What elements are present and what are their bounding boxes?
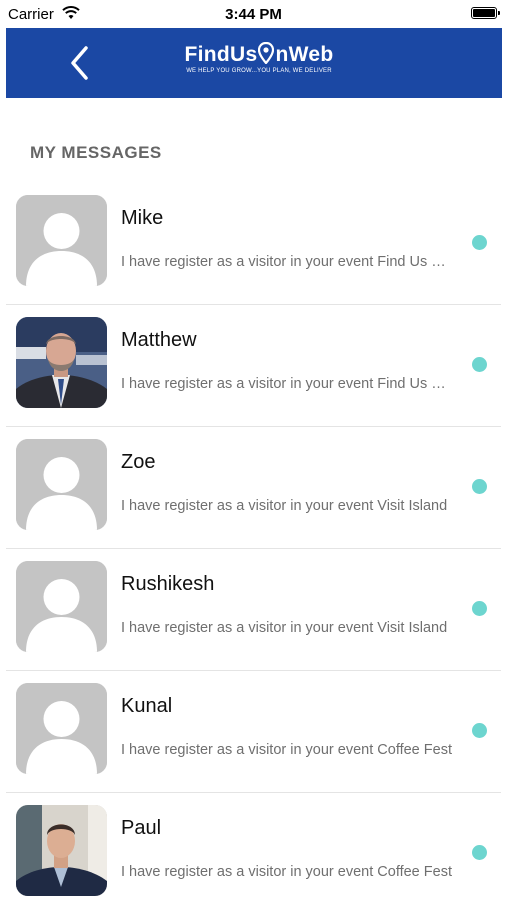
contact-name: Kunal <box>121 695 173 717</box>
logo-wordmark: FindUs nWeb <box>184 42 334 66</box>
user-placeholder-icon <box>16 439 107 530</box>
user-placeholder-icon <box>16 683 107 774</box>
unread-indicator <box>472 601 487 616</box>
status-time: 3:44 PM <box>225 6 282 23</box>
message-preview: I have register as a visitor in your eve… <box>121 620 448 636</box>
battery-icon <box>471 7 500 19</box>
unread-indicator <box>472 357 487 372</box>
user-placeholder-icon <box>16 195 107 286</box>
message-row[interactable]: Zoe I have register as a visitor in your… <box>0 427 507 549</box>
back-button[interactable] <box>64 43 96 83</box>
message-preview: I have register as a visitor in your eve… <box>121 742 452 758</box>
message-row[interactable]: Mike I have register as a visitor in you… <box>0 183 507 305</box>
avatar <box>16 195 107 286</box>
status-bar: Carrier 3:44 PM <box>0 0 507 28</box>
profile-photo <box>16 317 107 408</box>
logo-tagline: WE HELP YOU GROW...YOU PLAN, WE DELIVER <box>186 68 332 74</box>
contact-name: Paul <box>121 817 162 839</box>
message-row[interactable]: Matthew I have register as a visitor in … <box>0 305 507 427</box>
message-row[interactable]: Paul I have register as a visitor in you… <box>0 793 507 915</box>
avatar <box>16 561 107 652</box>
user-placeholder-icon <box>16 561 107 652</box>
message-row[interactable]: Kunal I have register as a visitor in yo… <box>0 671 507 793</box>
unread-indicator <box>472 723 487 738</box>
message-row[interactable]: Rushikesh I have register as a visitor i… <box>0 549 507 671</box>
contact-name: Zoe <box>121 451 156 473</box>
avatar <box>16 683 107 774</box>
navigation-bar: FindUs nWeb WE HELP YOU GROW...YOU PLAN, … <box>6 28 502 98</box>
avatar <box>16 317 107 408</box>
avatar <box>16 439 107 530</box>
contact-name: Matthew <box>121 329 197 351</box>
avatar <box>16 805 107 896</box>
location-pin-icon <box>258 42 275 64</box>
message-preview: I have register as a visitor in your eve… <box>121 254 456 270</box>
contact-name: Rushikesh <box>121 573 215 595</box>
contact-name: Mike <box>121 207 164 229</box>
unread-indicator <box>472 845 487 860</box>
unread-indicator <box>472 235 487 250</box>
brand-logo: FindUs nWeb WE HELP YOU GROW...YOU PLAN, … <box>169 42 349 74</box>
profile-photo <box>16 805 107 896</box>
message-preview: I have register as a visitor in your eve… <box>121 498 448 514</box>
section-title: MY MESSAGES <box>30 143 162 162</box>
chevron-left-icon <box>71 46 88 80</box>
unread-indicator <box>472 479 487 494</box>
message-preview: I have register as a visitor in your eve… <box>121 864 452 880</box>
message-preview: I have register as a visitor in your eve… <box>121 376 456 392</box>
